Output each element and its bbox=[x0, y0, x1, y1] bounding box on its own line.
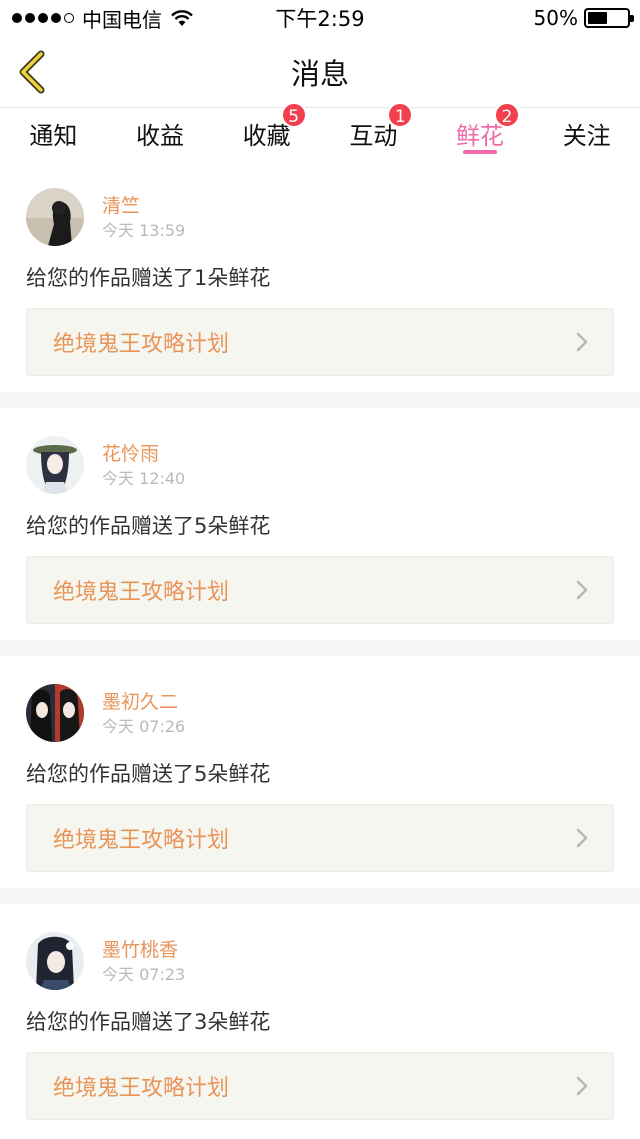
status-bar: 中国电信 下午2:59 50% bbox=[0, 0, 640, 36]
page-title: 消息 bbox=[290, 56, 349, 91]
chevron-right-icon bbox=[576, 580, 588, 600]
tab-label: 通知 bbox=[29, 122, 78, 150]
username[interactable]: 墨初久二 bbox=[102, 690, 185, 714]
tab-label: 互动 bbox=[349, 122, 398, 150]
message-text: 给您的作品赠送了3朵鲜花 bbox=[26, 1010, 271, 1034]
message-card: 墨竹桃香今天 07:23 给您的作品赠送了3朵鲜花绝境鬼王攻略计划 bbox=[0, 904, 640, 1136]
work-link[interactable]: 绝境鬼王攻略计划 bbox=[26, 1052, 614, 1120]
avatar[interactable] bbox=[26, 188, 84, 246]
message-card: 清竺今天 13:59 给您的作品赠送了1朵鲜花绝境鬼王攻略计划 bbox=[0, 160, 640, 392]
tab-label: 鲜花 bbox=[456, 122, 505, 150]
battery-icon bbox=[584, 8, 634, 28]
battery-fill bbox=[588, 12, 607, 24]
tab-5[interactable]: 关注 bbox=[533, 108, 640, 151]
card-header: 清竺今天 13:59 bbox=[26, 188, 614, 246]
signal-strength-icon bbox=[12, 13, 74, 23]
tab-3[interactable]: 互动 1 bbox=[320, 102, 427, 151]
work-title: 绝境鬼王攻略计划 bbox=[53, 1076, 230, 1101]
tab-1[interactable]: 收益 bbox=[107, 108, 214, 151]
message-list: 清竺 今天 13:59 给您的作品赠送了1朵鲜花 绝境鬼王攻略计划 花怜雨 今天 12:4… bbox=[0, 160, 640, 1136]
carrier-label: 中国电信 bbox=[82, 7, 162, 32]
message-text: 给您的作品赠送了5朵鲜花 bbox=[26, 514, 271, 538]
tab-4[interactable]: 鲜花 2 bbox=[427, 102, 534, 154]
username[interactable]: 花怜雨 bbox=[102, 442, 185, 466]
tab-label: 收益 bbox=[136, 122, 184, 150]
avatar[interactable] bbox=[26, 932, 84, 990]
tab-label: 关注 bbox=[562, 122, 611, 150]
timestamp: 今天 12:40 bbox=[102, 469, 186, 488]
card-header: 墨初久二今天 07:26 bbox=[26, 684, 614, 742]
back-button[interactable] bbox=[12, 50, 52, 94]
chevron-right-icon bbox=[576, 1076, 588, 1096]
nav-bar: 消息 bbox=[0, 36, 640, 108]
card-header: 墨竹桃香今天 07:23 bbox=[26, 932, 614, 990]
message-meta: 花怜雨今天 12:40 bbox=[102, 436, 185, 490]
message-meta: 墨初久二今天 07:26 bbox=[102, 684, 185, 738]
tab-badge: 2 bbox=[494, 102, 521, 128]
username[interactable]: 清竺 bbox=[102, 194, 185, 218]
status-right: 50% bbox=[533, 6, 634, 30]
username[interactable]: 墨竹桃香 bbox=[102, 938, 185, 962]
chevron-right-icon bbox=[576, 828, 588, 848]
tab-bar: 通知 收益 收藏 5 互动 1 鲜花 2 关注 bbox=[0, 102, 640, 160]
message-text: 给您的作品赠送了5朵鲜花 bbox=[26, 762, 271, 786]
work-link[interactable]: 绝境鬼王攻略计划 bbox=[26, 556, 614, 624]
avatar[interactable] bbox=[26, 684, 84, 742]
tab-label: 收藏 bbox=[242, 122, 291, 150]
work-link[interactable]: 绝境鬼王攻略计划 bbox=[26, 804, 614, 872]
tab-2[interactable]: 收藏 5 bbox=[213, 102, 320, 151]
message-card: 花怜雨今天 12:40 给您的作品赠送了5朵鲜花绝境鬼王攻略计划 bbox=[0, 408, 640, 640]
work-title: 绝境鬼王攻略计划 bbox=[53, 828, 230, 853]
card-header: 花怜雨今天 12:40 bbox=[26, 436, 614, 494]
work-link[interactable]: 绝境鬼王攻略计划 bbox=[26, 308, 614, 376]
avatar[interactable] bbox=[26, 436, 84, 494]
tab-active-indicator bbox=[463, 150, 498, 154]
timestamp: 今天 07:26 bbox=[102, 717, 186, 736]
message-meta: 清竺今天 13:59 bbox=[102, 188, 185, 242]
work-title: 绝境鬼王攻略计划 bbox=[53, 332, 230, 357]
message-text: 给您的作品赠送了1朵鲜花 bbox=[26, 266, 271, 290]
tab-badge: 1 bbox=[387, 102, 414, 128]
battery-percent: 50% bbox=[533, 6, 578, 30]
timestamp: 今天 13:59 bbox=[102, 221, 186, 240]
tab-badge: 5 bbox=[280, 102, 307, 128]
timestamp: 今天 07:23 bbox=[102, 965, 186, 984]
chevron-right-icon bbox=[576, 332, 588, 352]
wifi-icon bbox=[171, 10, 193, 26]
chevron-left-icon bbox=[19, 50, 45, 94]
message-card: 墨初久二今天 07:26 给您的作品赠送了5朵鲜花绝境鬼王攻略计划 bbox=[0, 656, 640, 888]
status-left: 中国电信 bbox=[12, 4, 194, 33]
work-title: 绝境鬼王攻略计划 bbox=[53, 580, 230, 605]
tab-0[interactable]: 通知 bbox=[0, 108, 107, 151]
message-meta: 墨竹桃香今天 07:23 bbox=[102, 932, 185, 986]
